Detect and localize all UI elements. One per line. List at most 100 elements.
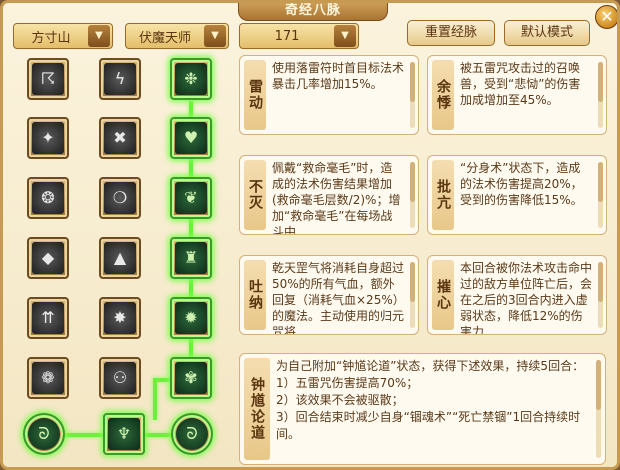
scrollbar[interactable] [598,262,603,328]
chevron-down-icon: ▼ [88,25,110,47]
meridian-node[interactable]: ▲ [99,237,141,279]
meridian-node[interactable]: ✸ [99,297,141,339]
desc-label: 摧心 [432,260,454,330]
meridian-window: 奇经八脉 ✕ 方寸山 ▼ 伏魔天师 ▼ 171 ▼ 重置经脉 默认模式 ☈ ϟ … [0,0,620,470]
dragon-icon: ᘐ [176,418,208,450]
path-connector [189,159,193,177]
default-mode-button[interactable]: 默认模式 [504,20,590,46]
level-dropdown-value: 171 [274,28,300,44]
ultimate-line: 2）该效果不会被驱散； [276,393,404,407]
scrollbar[interactable] [410,162,415,228]
desc-label: 余悸 [432,60,454,130]
vortex-icon: ✸ [104,302,136,334]
dragon-icon: ᘐ [28,418,60,450]
sect-dropdown-value: 方寸山 [31,30,71,46]
scrollbar[interactable] [596,360,601,458]
ultimate-label: 钟馗论道 [244,358,270,460]
path-connector [189,279,193,297]
desc-label: 吐纳 [244,260,266,330]
desc-text: 被五雷咒攻击过的召唤兽，受到“悲恸”的伤害加成增加至45%。 [460,61,581,107]
meridian-node-dragon-left[interactable]: ᘐ [23,413,65,455]
meridian-node[interactable]: ϟ [99,58,141,100]
meridian-node-leidong[interactable]: ❉ [170,58,212,100]
meridian-node-zhongkui[interactable]: ♆ [103,413,145,455]
thunder-icon: ϟ [104,63,136,95]
window-title: 奇经八脉 [238,3,388,21]
desc-label: 雷动 [244,60,266,130]
scrollbar-thumb[interactable] [598,262,603,302]
ultimate-line: 3）回合结束时减少自身“锢魂术”“死亡禁锢”1回合持续时间。 [276,410,581,441]
scrollbar-thumb[interactable] [596,360,601,410]
feather-icon: ❦ [175,182,207,214]
meditation-icon: ♜ [175,242,207,274]
reset-meridian-button[interactable]: 重置经脉 [407,20,495,46]
desc-text: 佩戴“救命毫毛”时，造成的法术伤害结果增加(救命毫毛层数/2)%；增加“救命毫毛… [272,161,401,235]
meridian-node[interactable]: ◆ [27,237,69,279]
meridian-node[interactable]: ⚇ [99,357,141,399]
talisman-icon: ❉ [175,63,207,95]
meridian-node-rune[interactable]: ✾ [170,357,212,399]
meridian-desc-card: 余悸 被五雷咒攻击过的召唤兽，受到“悲恸”的伤害加成增加至45%。 [427,55,607,135]
swirl-icon: ❍ [104,182,136,214]
path-connector [63,433,103,437]
scrollbar[interactable] [598,62,603,128]
school-dropdown[interactable]: 伏魔天师 ▼ [125,23,229,49]
flame-ring-icon: ❁ [32,362,64,394]
scrollbar-thumb[interactable] [598,62,603,102]
chevron-down-icon: ▼ [204,25,226,47]
sect-dropdown[interactable]: 方寸山 ▼ [13,23,113,49]
rune-icon: ✾ [175,362,207,394]
ultimate-text: 为自己附加“钟馗论道”状态，获得下述效果，持续5回合： 1）五雷咒伤害提高70%… [276,358,589,443]
rising-arrows-icon: ⇈ [32,302,64,334]
close-icon[interactable]: ✕ [595,5,617,29]
shatter-icon: ✖ [104,122,136,154]
yin-yang-icon: ✹ [175,302,207,334]
meridian-desc-card: 雷动 使用落雷符时首目标法术暴击几率增加15%。 [239,55,419,135]
ultimate-desc-card: 钟馗论道 为自己附加“钟馗论道”状态，获得下述效果，持续5回合： 1）五雷咒伤害… [239,353,606,465]
desc-text: 乾天罡气将消耗自身超过50%的所有气血，额外回复（消耗气血×25%）的魔法。主动… [272,261,405,335]
scrollbar[interactable] [410,262,415,328]
meridian-node-tuna[interactable]: ♜ [170,237,212,279]
path-connector [189,339,193,357]
meridian-desc-card: 不灭 佩戴“救命毫毛”时，造成的法术伤害结果增加(救命毫毛层数/2)%；增加“救… [239,155,419,235]
meridian-node[interactable]: ☈ [27,58,69,100]
level-dropdown[interactable]: 171 ▼ [239,23,359,49]
flame-icon: ❂ [32,182,64,214]
lightning-storm-icon: ☈ [32,63,64,95]
meridian-node-dragon-right[interactable]: ᘐ [171,413,213,455]
meridian-desc-card: 批亢 “分身术”状态下，造成的法术伤害提高20%，受到的伤害降低15%。 [427,155,607,235]
zhongkui-icon: ♆ [108,418,140,450]
path-connector [155,378,171,382]
broken-heart-icon: ♥ [175,122,207,154]
path-connector [189,101,193,117]
ultimate-line: 为自己附加“钟馗论道”状态，获得下述效果，持续5回合： [276,359,585,373]
meridian-node[interactable]: ❂ [27,177,69,219]
scrollbar-thumb[interactable] [410,162,415,202]
meridian-node-feather[interactable]: ❦ [170,177,212,219]
path-connector [153,378,157,420]
meridian-node-bumie[interactable]: ♥ [170,117,212,159]
meridian-node[interactable]: ❁ [27,357,69,399]
desc-text: “分身术”状态下，造成的法术伤害提高20%，受到的伤害降低15%。 [460,161,583,207]
desc-text: 本回合被你法术攻击命中过的敌方单位阵亡后，会在之后的3回合内进入虚弱状态，降低1… [460,261,593,335]
meridian-node[interactable]: ✖ [99,117,141,159]
scrollbar-thumb[interactable] [410,262,415,302]
spikes-icon: ▲ [104,242,136,274]
beast-icon: ✦ [32,122,64,154]
scrollbar-thumb[interactable] [598,162,603,202]
chevron-down-icon: ▼ [334,25,356,47]
meridian-node[interactable]: ⇈ [27,297,69,339]
school-dropdown-value: 伏魔天师 [138,30,191,46]
scrollbar[interactable] [598,162,603,228]
lightning-strike-icon: ⚇ [104,362,136,394]
meridian-desc-card: 摧心 本回合被你法术攻击命中过的敌方单位阵亡后，会在之后的3回合内进入虚弱状态，… [427,255,607,335]
meridian-desc-card: 吐纳 乾天罡气将消耗自身超过50%的所有气血，额外回复（消耗气血×25%）的魔法… [239,255,419,335]
meridian-node-yinyang[interactable]: ✹ [170,297,212,339]
meridian-node[interactable]: ✦ [27,117,69,159]
scrollbar-thumb[interactable] [410,62,415,102]
path-connector [189,219,193,237]
scrollbar[interactable] [410,62,415,128]
meridian-node[interactable]: ❍ [99,177,141,219]
crystal-icon: ◆ [32,242,64,274]
ultimate-line: 1）五雷咒伤害提高70%； [276,376,419,390]
